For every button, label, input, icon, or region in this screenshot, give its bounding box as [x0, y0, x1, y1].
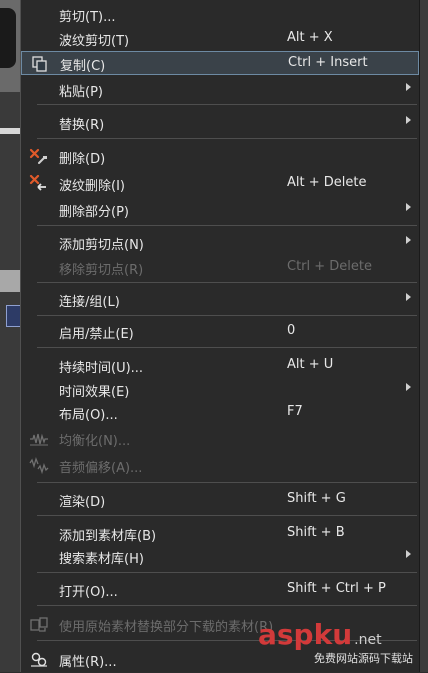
- menu-item-label: 打开(O)...: [59, 585, 118, 600]
- menu-item-shortcut: Alt + Delete: [287, 175, 367, 190]
- watermark-tagline: 免费网站源码下载站: [314, 652, 413, 665]
- menu-item-label: 删除部分(P): [59, 205, 129, 220]
- menu-separator: [37, 315, 417, 316]
- menu-item-delete[interactable]: 删除(D): [21, 145, 419, 169]
- menu-item-add-cut-point[interactable]: 添加剪切点(N): [21, 231, 419, 255]
- menu-item-shortcut: Ctrl + Insert: [288, 55, 368, 70]
- menu-item-label: 添加到素材库(B): [59, 529, 157, 544]
- menu-item-remove-cut-point[interactable]: 移除剪切点(R) Ctrl + Delete: [21, 256, 419, 280]
- menu-item-link-group[interactable]: 连接/组(L): [21, 288, 419, 312]
- menu-item-label: 剪切(T)...: [59, 10, 116, 25]
- menu-item-label: 移除剪切点(R): [59, 263, 144, 278]
- copy-icon: [30, 55, 50, 73]
- delete-icon: [29, 148, 49, 166]
- menu-item-label: 波纹删除(I): [59, 179, 125, 194]
- menu-item-label: 均衡化(N)...: [59, 434, 131, 449]
- replace-source-icon: [29, 616, 49, 634]
- ripple-delete-icon: [29, 174, 49, 193]
- menu-item-render[interactable]: 渲染(D) Shift + G: [21, 488, 419, 512]
- watermark: aspku .net 免费网站源码下载站: [258, 618, 413, 665]
- submenu-arrow-icon: [406, 203, 411, 211]
- menu-item-layout[interactable]: 布局(O)... F7: [21, 401, 419, 425]
- menu-item-label: 波纹剪切(T): [59, 34, 130, 49]
- menu-item-shortcut: F7: [287, 404, 303, 419]
- menu-item-label: 布局(O)...: [59, 408, 118, 423]
- background-app-strip: [0, 0, 22, 672]
- menu-item-ripple-delete[interactable]: 波纹删除(I) Alt + Delete: [21, 172, 419, 196]
- menu-item-label: 时间效果(E): [59, 385, 130, 400]
- menu-item-label: 粘贴(P): [59, 85, 103, 100]
- watermark-suffix: .net: [354, 632, 382, 648]
- menu-item-label: 删除(D): [59, 152, 106, 167]
- properties-icon: [29, 651, 49, 669]
- watermark-brand: aspku: [258, 618, 353, 651]
- submenu-arrow-icon: [406, 550, 411, 558]
- menu-item-label: 替换(R): [59, 118, 105, 133]
- menu-item-equalize[interactable]: 均衡化(N)...: [21, 427, 419, 451]
- menu-separator: [37, 515, 417, 516]
- audio-offset-icon: [29, 456, 49, 475]
- menu-separator: [37, 572, 417, 573]
- menu-item-label: 音频偏移(A)...: [59, 461, 143, 476]
- equalize-icon: [29, 430, 49, 448]
- background-right-strip: [419, 0, 428, 672]
- menu-item-label: 属性(R)...: [59, 655, 117, 670]
- menu-item-copy[interactable]: 复制(C) Ctrl + Insert: [21, 51, 419, 75]
- menu-item-shortcut: Ctrl + Delete: [287, 259, 373, 274]
- menu-item-audio-offset[interactable]: 音频偏移(A)...: [21, 454, 419, 478]
- submenu-arrow-icon: [406, 383, 411, 391]
- menu-item-shortcut: 0: [287, 323, 296, 338]
- menu-item-shortcut: Shift + G: [287, 491, 346, 506]
- menu-separator: [37, 605, 417, 606]
- background-thumbnail-dark: [0, 8, 16, 68]
- menu-separator: [37, 138, 417, 139]
- menu-item-shortcut: Alt + U: [287, 357, 334, 372]
- menu-item-shortcut: Alt + X: [287, 30, 333, 45]
- menu-item-cut[interactable]: 剪切(T)...: [21, 3, 419, 27]
- menu-item-open[interactable]: 打开(O)... Shift + Ctrl + P: [21, 578, 419, 602]
- submenu-arrow-icon: [406, 116, 411, 124]
- menu-item-add-to-library[interactable]: 添加到素材库(B) Shift + B: [21, 522, 419, 546]
- submenu-arrow-icon: [406, 293, 411, 301]
- submenu-arrow-icon: [406, 83, 411, 91]
- submenu-arrow-icon: [406, 236, 411, 244]
- menu-item-label: 启用/禁止(E): [59, 327, 134, 342]
- menu-item-shortcut: Shift + B: [287, 525, 345, 540]
- menu-item-duration[interactable]: 持续时间(U)... Alt + U: [21, 354, 419, 378]
- background-ruler: [0, 270, 20, 292]
- menu-item-label: 使用原始素材替换部分下载的素材(R): [59, 620, 274, 635]
- menu-separator: [37, 104, 417, 105]
- menu-item-label: 持续时间(U)...: [59, 361, 144, 376]
- menu-item-label: 搜索素材库(H): [59, 552, 144, 567]
- menu-item-label: 连接/组(L): [59, 295, 120, 310]
- menu-separator: [37, 347, 417, 348]
- menu-item-enable-disable[interactable]: 启用/禁止(E) 0: [21, 320, 419, 344]
- menu-item-delete-part[interactable]: 删除部分(P): [21, 198, 419, 222]
- menu-item-ripple-cut[interactable]: 波纹剪切(T) Alt + X: [21, 27, 419, 51]
- menu-item-paste[interactable]: 粘贴(P): [21, 78, 419, 102]
- menu-item-label: 添加剪切点(N): [59, 238, 144, 253]
- menu-item-time-effect[interactable]: 时间效果(E): [21, 378, 419, 402]
- menu-item-search-library[interactable]: 搜索素材库(H): [21, 545, 419, 569]
- background-band: [0, 128, 20, 134]
- menu-item-replace[interactable]: 替换(R): [21, 111, 419, 135]
- menu-separator: [37, 482, 417, 483]
- menu-item-label: 渲染(D): [59, 495, 106, 510]
- menu-separator: [37, 282, 417, 283]
- menu-item-shortcut: Shift + Ctrl + P: [287, 581, 386, 596]
- context-menu: 剪切(T)... 波纹剪切(T) Alt + X 复制(C) Ctrl + In…: [20, 0, 420, 672]
- menu-item-label: 复制(C): [60, 59, 106, 74]
- menu-separator: [37, 225, 417, 226]
